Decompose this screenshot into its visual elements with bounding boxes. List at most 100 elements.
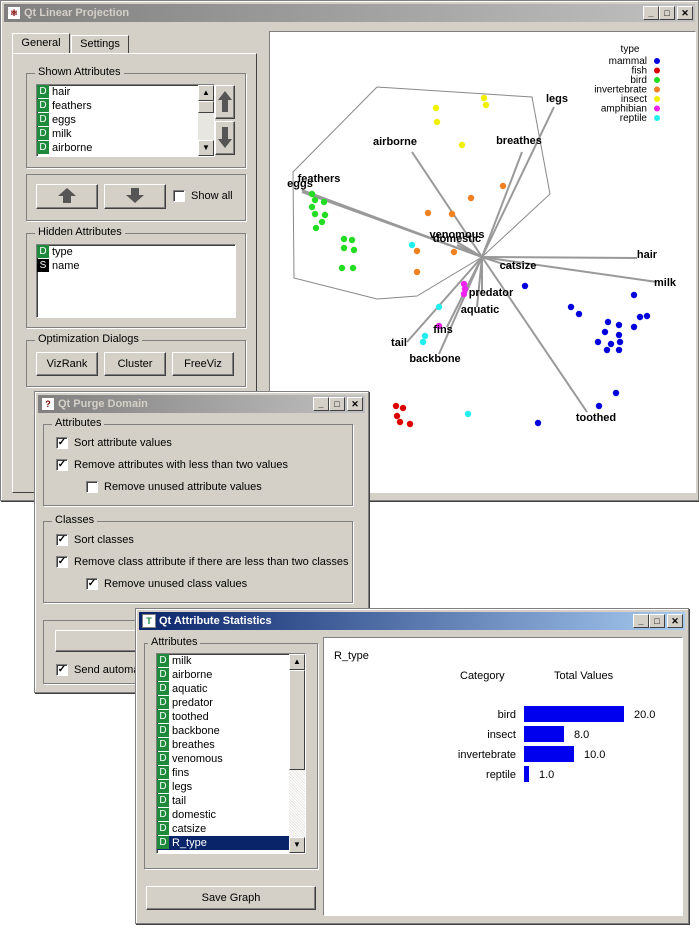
list-item[interactable]: Dvenomous (157, 752, 305, 766)
data-point (567, 303, 575, 311)
data-point (408, 241, 416, 249)
list-item[interactable]: D R_type (157, 836, 305, 850)
anchor-label: breathes (496, 135, 542, 147)
bar (524, 706, 624, 722)
data-point (311, 196, 319, 204)
list-item-label: airborne (172, 669, 213, 681)
data-point (413, 268, 421, 276)
list-item[interactable]: Daquatic (157, 682, 305, 696)
discrete-badge: D (157, 766, 169, 779)
anchor-label: airborne (373, 136, 417, 148)
data-point (392, 402, 400, 410)
data-point (393, 412, 401, 420)
sort-attribute-values-checkbox[interactable]: ✓ (56, 437, 68, 449)
attribute-statistics-window: T Qt Attribute Statistics _ □ ✕ Attribut… (135, 608, 689, 924)
list-item[interactable]: Dcatsize (157, 822, 305, 836)
anchor-label: hair (637, 249, 658, 261)
list-item-label: fins (172, 767, 190, 779)
value-label: 10.0 (584, 749, 605, 761)
data-point (396, 418, 404, 426)
remove-unused-attribute-values-checkbox[interactable] (86, 481, 98, 493)
bar (524, 726, 564, 742)
legend-marker (654, 77, 660, 83)
list-item-label: tail (172, 795, 187, 807)
scroll-thumb[interactable] (289, 670, 305, 770)
list-item-label: domestic (172, 809, 217, 821)
data-point (424, 209, 432, 217)
discrete-badge: D (157, 738, 169, 751)
value-label: 1.0 (539, 769, 554, 781)
discrete-badge: D (157, 808, 169, 821)
remove-attributes-checkbox[interactable]: ✓ (56, 459, 68, 471)
data-point (594, 338, 602, 346)
data-point (595, 402, 603, 410)
statistics-canvas: R_type Category Total Values bird 20.0 ins… (323, 637, 683, 916)
legend-marker (654, 105, 660, 112)
maximize-button[interactable]: □ (659, 6, 675, 20)
list-item[interactable]: Dfins (157, 766, 305, 780)
data-point (612, 389, 620, 397)
data-point (603, 346, 611, 354)
list-item[interactable]: Dtail (157, 794, 305, 808)
data-point (630, 291, 638, 299)
data-point (616, 338, 624, 346)
close-button[interactable]: ✕ (667, 614, 683, 628)
data-point (433, 118, 441, 126)
bar (524, 746, 574, 762)
discrete-badge: D (157, 836, 169, 849)
bar-chart: bird 20.0 insect 8.0 invertebrate 10.0 reptile… (458, 706, 655, 782)
maximize-button[interactable]: □ (649, 614, 665, 628)
data-point (448, 210, 456, 218)
scroll-up-icon[interactable]: ▲ (289, 654, 305, 670)
close-button[interactable]: ✕ (347, 397, 363, 411)
save-graph-button[interactable]: Save Graph (146, 886, 316, 910)
data-point (643, 312, 651, 320)
list-item-label: backbone (172, 725, 220, 737)
scroll-down-icon[interactable]: ▼ (289, 837, 305, 853)
data-point (340, 244, 348, 252)
legend-marker (654, 115, 660, 121)
list-item-label: predator (172, 697, 213, 709)
maximize-button[interactable]: □ (329, 397, 345, 411)
data-point (464, 410, 472, 418)
list-item[interactable]: Dpredator (157, 696, 305, 710)
anchor-line (481, 256, 638, 259)
anchor-label: catsize (500, 260, 537, 272)
list-item[interactable]: Dtoothed (157, 710, 305, 724)
minimize-button[interactable]: _ (313, 397, 329, 411)
data-point (419, 338, 427, 346)
data-point (615, 331, 623, 339)
data-point (575, 310, 583, 318)
list-item[interactable]: Ddomestic (157, 808, 305, 822)
data-point (499, 182, 507, 190)
category-label: insect (487, 729, 516, 741)
category-label: bird (498, 709, 516, 721)
vertical-scrollbar[interactable]: ▲ ▼ (289, 654, 305, 853)
data-point (321, 211, 329, 219)
close-button[interactable]: ✕ (677, 6, 693, 20)
attribute-statistics-titlebar[interactable]: T Qt Attribute Statistics _ □ ✕ (139, 612, 685, 630)
list-item-label: toothed (172, 711, 209, 723)
sort-classes-checkbox[interactable]: ✓ (56, 534, 68, 546)
send-automatically-checkbox[interactable]: ✓ (56, 664, 68, 676)
data-point (318, 218, 326, 226)
minimize-button[interactable]: _ (643, 6, 659, 20)
minimize-button[interactable]: _ (633, 614, 649, 628)
stats-attributes-list[interactable]: Dmilk Dairborne Daquatic Dpredator Dtoothed D… (156, 653, 306, 854)
list-item-label: legs (172, 781, 193, 793)
anchor-label: predator (469, 287, 514, 299)
statistics-icon: T (142, 614, 156, 628)
anchor-line (481, 256, 588, 413)
list-item[interactable]: Dbreathes (157, 738, 305, 752)
purge-domain-titlebar[interactable]: ? Qt Purge Domain _ □ ✕ (38, 395, 365, 413)
legend-label: reptile (620, 113, 648, 124)
legend-marker (654, 58, 660, 64)
list-item[interactable]: Dbackbone (157, 724, 305, 738)
discrete-badge: D (157, 696, 169, 709)
list-item[interactable]: Dairborne (157, 668, 305, 682)
remove-unused-class-values-checkbox[interactable]: ✓ (86, 578, 98, 590)
list-item[interactable]: Dmilk (157, 654, 305, 668)
list-item[interactable]: Dlegs (157, 780, 305, 794)
anchor-label: legs (546, 93, 568, 105)
remove-class-attribute-checkbox[interactable]: ✓ (56, 556, 68, 568)
